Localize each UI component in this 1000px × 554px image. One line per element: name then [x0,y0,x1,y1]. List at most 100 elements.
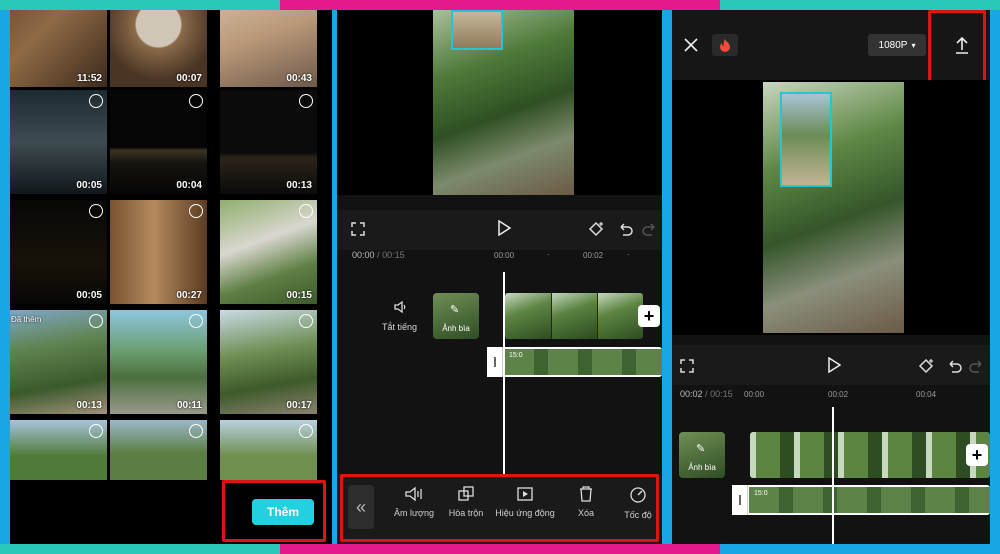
media-thumbnail[interactable]: 00:05 [10,90,107,194]
media-thumbnail[interactable]: Đã thêm 00:13 [10,310,107,414]
highlight-box [340,474,659,542]
add-clip-button[interactable]: + [638,305,660,327]
select-circle[interactable] [189,424,203,438]
playhead[interactable] [503,272,505,474]
fullscreen-icon[interactable] [680,359,694,373]
select-circle[interactable] [299,204,313,218]
duration-label: 00:17 [286,400,312,411]
media-thumbnail[interactable]: 00:15 [220,200,317,304]
media-thumbnail[interactable]: 00:05 [10,200,107,304]
media-thumbnail[interactable] [10,420,107,480]
frame-decoration [720,0,1000,10]
time-separator: / [705,389,708,399]
speaker-icon[interactable] [393,300,409,314]
frame-decoration [720,544,1000,554]
undo-icon[interactable] [946,358,962,374]
media-thumbnail[interactable]: 00:13 [220,90,317,194]
timeline: 00:02 / 00:15 00:00 00:02 00:04 ✎ Ảnh bì… [672,385,990,544]
duration-label: 00:05 [76,180,102,191]
overlay-clip[interactable] [451,10,503,50]
select-circle[interactable] [89,314,103,328]
select-circle[interactable] [189,314,203,328]
fullscreen-icon[interactable] [351,222,365,236]
media-thumbnail[interactable]: 00:11 [110,310,207,414]
undo-icon[interactable] [617,221,633,237]
tick-label: 00:02 [583,251,604,260]
time-separator: / [377,250,380,260]
select-circle[interactable] [89,204,103,218]
overlay-clip[interactable] [780,92,832,187]
highlight-box [928,10,986,90]
keyframe-icon[interactable] [587,220,605,238]
frame-decoration [280,544,720,554]
media-thumbnail[interactable]: 00:17 [220,310,317,414]
total-time: 00:15 [710,389,733,399]
preview-area [337,10,662,195]
tick-label: 00:00 [744,390,765,399]
select-circle[interactable] [89,94,103,108]
video-clip-track[interactable] [505,293,643,339]
frame-decoration [0,544,280,554]
keyframe-icon[interactable] [917,357,935,375]
play-icon[interactable] [827,357,841,373]
pencil-icon: ✎ [450,304,460,316]
select-circle[interactable] [299,94,313,108]
flame-button[interactable] [712,34,738,56]
redo-icon[interactable] [969,358,985,374]
top-bar: 1080P ▾ [672,10,990,90]
duration-label: 00:27 [176,290,202,301]
media-thumbnail[interactable] [110,420,207,480]
video-clip-track[interactable] [750,432,990,478]
duration-label: 00:05 [76,290,102,301]
media-thumbnail[interactable]: 00:04 [110,90,207,194]
select-circle[interactable] [189,94,203,108]
duration-label: 00:11 [176,400,202,411]
playback-controls [337,210,662,250]
overlay-duration: 15:0 [509,352,523,359]
redo-icon[interactable] [642,221,658,237]
add-button[interactable]: Thêm [252,499,314,525]
trim-handle[interactable] [487,347,503,377]
frame-decoration [0,0,280,10]
select-circle[interactable] [89,424,103,438]
media-thumbnail[interactable]: 11:52 [10,10,107,87]
tick-dot: · [547,250,550,259]
duration-label: 00:04 [176,180,202,191]
tick-dot: · [627,250,630,259]
select-circle[interactable] [299,314,313,328]
cover-thumbnail[interactable]: ✎ Ảnh bìa [679,432,725,478]
select-circle[interactable] [299,424,313,438]
time-display: 00:00 / 00:15 [352,250,405,260]
preview-area [672,80,990,335]
duration-label: 00:15 [286,290,312,301]
caret-down-icon: ▾ [911,40,916,50]
pencil-icon: ✎ [696,443,706,455]
close-icon[interactable] [684,38,698,52]
overlay-track[interactable]: 15:0 [732,485,990,515]
duration-label: 00:13 [76,400,102,411]
added-badge: Đã thêm [11,315,42,324]
video-preview [763,82,904,333]
duration-label: 00:43 [286,73,312,84]
export-screen: 1080P ▾ 00:02 / 00:15 00:00 00:02 00:04 … [672,10,990,544]
frame-decoration [280,0,720,10]
flame-icon [720,39,730,52]
media-thumbnail[interactable]: 00:43 [220,10,317,87]
media-grid: 11:52 00:07 00:43 00:05 00:04 00:13 00:0… [10,10,332,480]
tick-label: 00:04 [916,390,937,399]
trim-handle[interactable] [732,485,748,515]
media-thumbnail[interactable]: 00:07 [110,10,207,87]
tick-label: 00:02 [828,390,849,399]
resolution-dropdown[interactable]: 1080P ▾ [868,34,926,56]
overlay-track[interactable]: 15:0 [487,347,662,377]
playhead[interactable] [832,407,834,544]
media-thumbnail[interactable] [220,420,317,480]
video-preview [433,10,574,195]
select-circle[interactable] [189,204,203,218]
media-thumbnail[interactable]: 00:27 [110,200,207,304]
playback-controls [672,345,990,385]
play-icon[interactable] [497,220,511,236]
overlay-duration: 15:0 [754,490,768,497]
cover-thumbnail[interactable]: ✎ Ảnh bìa [433,293,479,339]
add-clip-button[interactable]: + [966,444,988,466]
